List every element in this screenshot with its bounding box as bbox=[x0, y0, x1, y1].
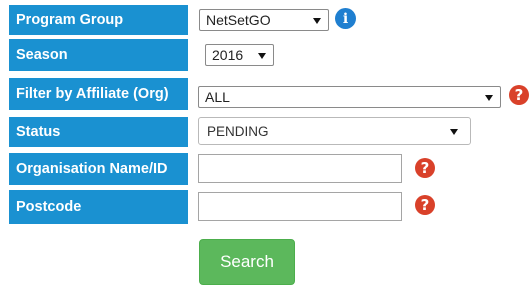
postcode-input[interactable] bbox=[198, 192, 402, 221]
affiliate-value: ALL bbox=[205, 89, 230, 105]
program-group-value: NetSetGO bbox=[206, 12, 271, 28]
season-select[interactable]: 2016 bbox=[205, 44, 274, 66]
info-icon[interactable]: i bbox=[335, 8, 356, 29]
program-group-select[interactable]: NetSetGO bbox=[199, 9, 329, 31]
chevron-down-icon bbox=[485, 95, 493, 101]
status-select[interactable]: PENDING bbox=[198, 117, 471, 145]
search-button[interactable]: Search bbox=[199, 239, 295, 285]
question-mark-icon[interactable]: ? bbox=[415, 158, 435, 178]
chevron-down-icon bbox=[313, 18, 321, 24]
postcode-label: Postcode bbox=[9, 190, 188, 224]
organisation-name-input[interactable] bbox=[198, 154, 402, 183]
question-mark-icon[interactable]: ? bbox=[509, 85, 529, 105]
season-value: 2016 bbox=[212, 47, 244, 63]
question-mark-icon[interactable]: ? bbox=[415, 195, 435, 215]
status-label: Status bbox=[9, 117, 188, 147]
organisation-name-label: Organisation Name/ID bbox=[9, 153, 188, 185]
affiliate-label: Filter by Affiliate (Org) bbox=[9, 78, 188, 110]
season-label: Season bbox=[9, 39, 188, 71]
chevron-down-icon bbox=[258, 53, 266, 59]
status-value: PENDING bbox=[207, 123, 269, 139]
affiliate-select[interactable]: ALL bbox=[198, 86, 501, 108]
chevron-down-icon bbox=[450, 129, 458, 135]
program-group-label: Program Group bbox=[9, 5, 188, 35]
